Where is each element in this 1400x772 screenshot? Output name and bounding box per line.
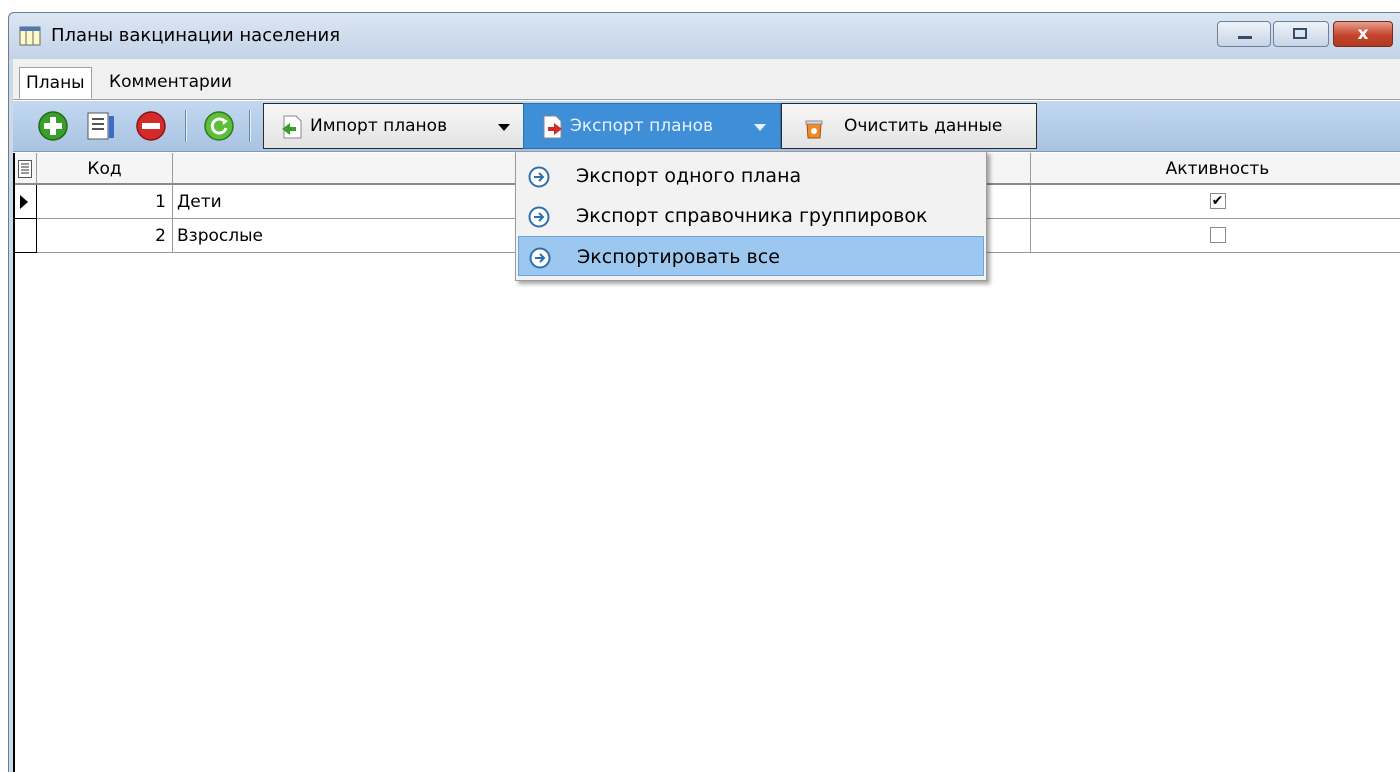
table-app-icon [19,26,41,46]
refresh-icon[interactable] [203,110,235,142]
arrow-right-circle-icon [529,247,551,269]
menu-item-label: Экспортировать все [577,246,780,268]
cell-active[interactable]: ✔ [1031,185,1400,219]
title-bar[interactable]: Планы вакцинации населения x [9,13,1400,59]
cell-active[interactable] [1031,219,1400,253]
main-window: Планы вакцинации населения x Планы Комме… [8,12,1400,772]
menu-item-export-one-plan[interactable]: Экспорт одного плана [518,156,984,196]
arrow-right-circle-icon [528,166,550,188]
import-plans-button[interactable]: Импорт планов [263,103,525,149]
active-checkbox[interactable]: ✔ [1209,193,1226,209]
chevron-down-icon[interactable] [754,124,766,131]
clear-data-button[interactable]: Очистить данные [781,103,1037,149]
column-header-code[interactable]: Код [37,153,173,185]
window-title: Планы вакцинации населения [51,25,341,46]
row-indicator[interactable] [15,219,37,253]
tab-strip: Планы Комментарии [13,59,1400,100]
active-checkbox[interactable] [1209,227,1226,243]
clear-data-icon [805,120,823,139]
menu-item-label: Экспорт одного плана [576,165,802,187]
cell-code[interactable]: 1 [37,185,173,219]
column-header-active[interactable]: Активность [1031,153,1400,185]
minimize-icon [1238,36,1252,39]
chevron-down-icon[interactable] [498,124,510,131]
import-plans-label: Импорт планов [310,116,448,136]
column-chooser-header[interactable] [15,153,37,185]
import-icon [282,115,302,139]
close-button[interactable]: x [1333,21,1393,47]
clear-data-label: Очистить данные [844,116,1003,136]
toolbar-separator [249,110,251,142]
export-icon [543,115,562,139]
menu-item-export-groupings[interactable]: Экспорт справочника группировок [518,196,984,236]
toolbar: Импорт планов Экспорт планов Очистить да… [13,101,1400,152]
arrow-right-circle-icon [528,206,550,228]
maximize-button[interactable] [1273,21,1329,47]
row-indicator[interactable] [15,185,37,219]
export-plans-label: Экспорт планов [570,116,714,136]
menu-item-label: Экспорт справочника группировок [576,205,928,227]
close-icon: x [1357,24,1369,44]
add-icon[interactable] [37,110,69,142]
export-dropdown-menu: Экспорт одного плана Экспорт справочника… [515,151,987,281]
edit-icon[interactable] [85,110,117,142]
maximize-icon [1293,28,1307,39]
tab-plans[interactable]: Планы [19,67,92,99]
export-plans-button[interactable]: Экспорт планов [523,103,781,149]
column-list-icon [18,160,32,178]
toolbar-separator [185,110,187,142]
delete-icon[interactable] [135,110,167,142]
tab-comments[interactable]: Комментарии [103,67,238,99]
minimize-button[interactable] [1217,21,1271,47]
current-row-icon [20,195,28,209]
menu-item-export-all[interactable]: Экспортировать все [518,236,984,276]
cell-code[interactable]: 2 [37,219,173,253]
